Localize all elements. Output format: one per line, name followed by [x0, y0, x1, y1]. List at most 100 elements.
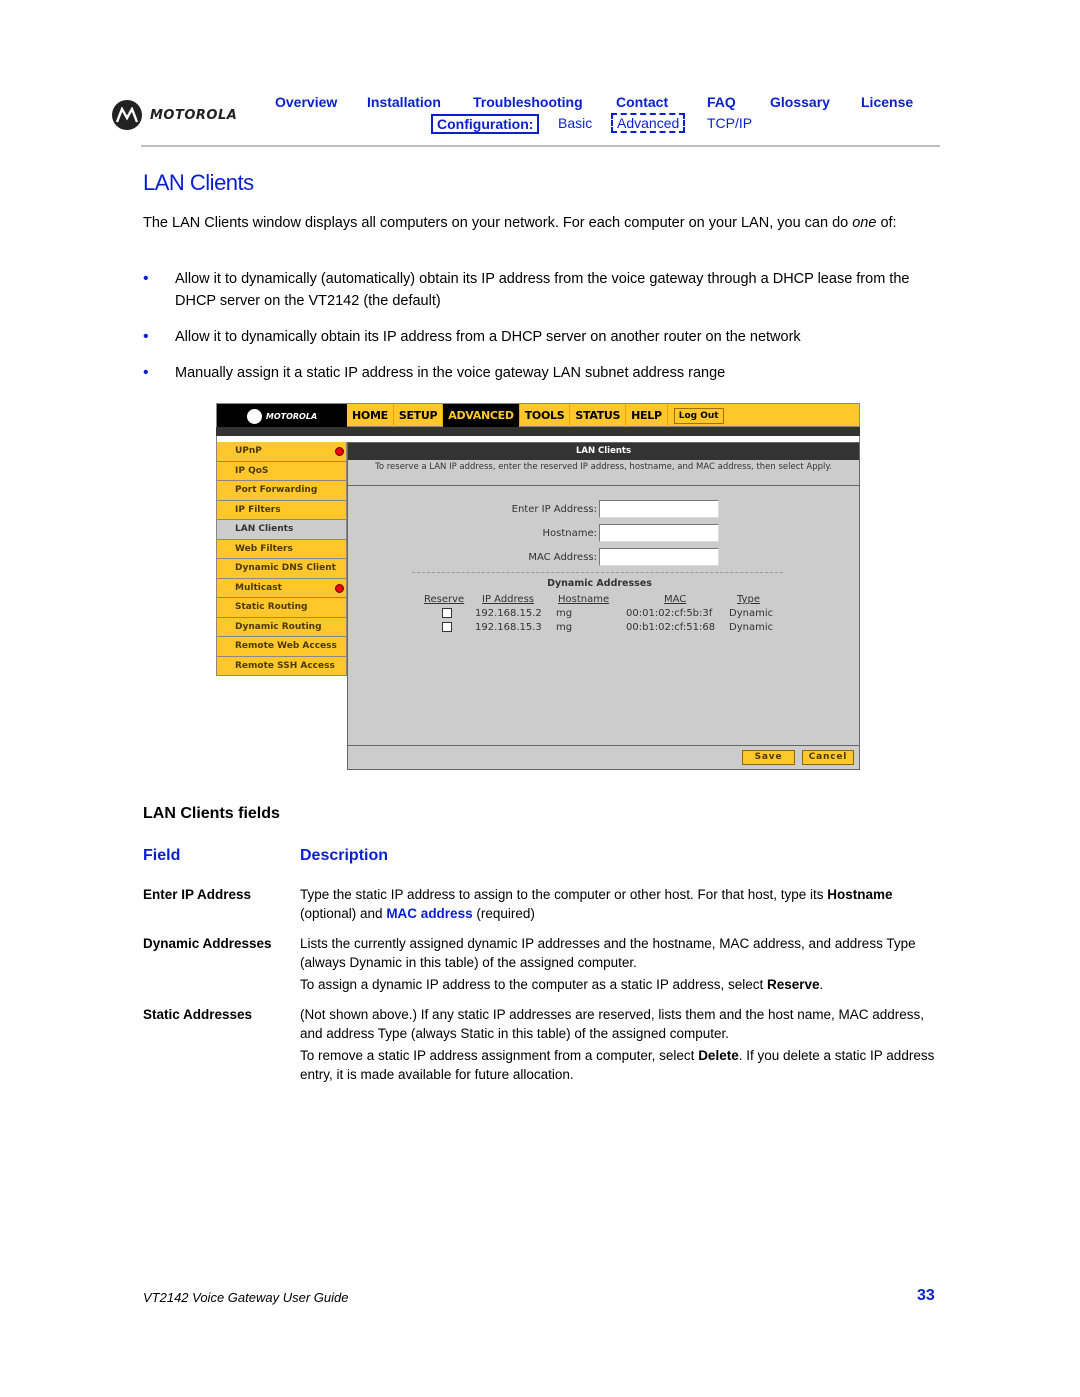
- tab-setup[interactable]: SETUP: [394, 404, 444, 428]
- sidebar-item-label: Remote Web Access: [235, 641, 337, 651]
- cancel-button[interactable]: Cancel: [802, 750, 854, 765]
- intro-text: The LAN Clients window displays all comp…: [143, 215, 853, 231]
- brand-name: MOTOROLA: [150, 107, 238, 123]
- tab-home[interactable]: HOME: [347, 404, 394, 428]
- subnav-advanced[interactable]: Advanced: [611, 113, 686, 133]
- ip-address-label: Enter IP Address:: [511, 504, 597, 515]
- guide-title: VT2142 Voice Gateway User Guide: [143, 1290, 349, 1305]
- motorola-batwing-icon: [112, 100, 142, 130]
- col-header-type[interactable]: Type: [737, 594, 760, 605]
- tab-status[interactable]: STATUS: [570, 404, 627, 428]
- nav-glossary[interactable]: Glossary: [770, 94, 830, 110]
- tab-tools[interactable]: TOOLS: [520, 404, 571, 428]
- hostname-cell: mg: [556, 608, 573, 619]
- sidebar-item-label: Dynamic DNS Client: [235, 563, 336, 573]
- page-title: LAN Clients: [143, 170, 254, 195]
- field-description: (Not shown above.) If any static IP addr…: [300, 1005, 935, 1087]
- dynamic-addresses-title: Dynamic Addresses: [547, 578, 652, 589]
- page-number: 33: [917, 1287, 935, 1304]
- nav-troubleshooting[interactable]: Troubleshooting: [473, 94, 583, 110]
- configuration-label: Configuration:: [431, 114, 540, 134]
- lan-clients-panel: LAN Clients To reserve a LAN IP address,…: [347, 442, 860, 770]
- sidebar-item-dynamic-routing[interactable]: Dynamic Routing: [216, 617, 347, 637]
- nav-installation[interactable]: Installation: [367, 94, 441, 110]
- sidebar-item-label: Port Forwarding: [235, 485, 318, 495]
- reserve-checkbox[interactable]: [442, 608, 452, 618]
- desc-text: To assign a dynamic IP address to the co…: [300, 977, 767, 992]
- field-name: Enter IP Address: [143, 887, 252, 902]
- sidebar-item-remote-ssh-access[interactable]: Remote SSH Access: [216, 656, 347, 676]
- router-stripe: [216, 427, 860, 436]
- alert-dot-icon: [335, 447, 344, 456]
- col-header-reserve[interactable]: Reserve: [424, 594, 464, 605]
- sidebar-item-upnp[interactable]: UPnP: [216, 442, 347, 462]
- nav-faq[interactable]: FAQ: [707, 94, 736, 110]
- col-header-mac[interactable]: MAC: [664, 594, 686, 605]
- header-divider: [141, 145, 940, 147]
- sidebar-item-label: Dynamic Routing: [235, 621, 322, 632]
- desc-text: (required): [472, 906, 535, 921]
- sidebar-item-port-forwarding[interactable]: Port Forwarding: [216, 481, 347, 501]
- hostname-input[interactable]: [599, 524, 719, 542]
- router-tabs: HOME SETUP ADVANCED TOOLS STATUS HELP Lo…: [347, 404, 730, 428]
- sidebar-item-label: Static Routing: [235, 602, 308, 612]
- sidebar-item-label: Web Filters: [235, 543, 293, 554]
- desc-bold: Delete: [698, 1048, 739, 1063]
- field-description: Lists the currently assigned dynamic IP …: [300, 934, 935, 997]
- mac-cell: 00:b1:02:cf:51:68: [626, 622, 716, 633]
- save-button[interactable]: Save: [742, 750, 795, 765]
- sidebar-item-ip-filters[interactable]: IP Filters: [216, 500, 347, 520]
- sidebar-item-remote-web-access[interactable]: Remote Web Access: [216, 637, 347, 657]
- type-cell: Dynamic: [729, 622, 774, 633]
- desc-bold: Reserve: [767, 977, 820, 992]
- nav-overview[interactable]: Overview: [275, 94, 337, 110]
- sidebar-item-label: LAN Clients: [235, 524, 294, 534]
- sidebar-item-lan-clients[interactable]: LAN Clients: [216, 520, 347, 540]
- motorola-logo: MOTOROLA: [112, 100, 237, 130]
- sidebar-item-label: Multicast: [235, 582, 282, 593]
- sidebar-item-label: IP Filters: [235, 504, 281, 515]
- sidebar-item-dynamic-dns[interactable]: Dynamic DNS Client: [216, 559, 347, 579]
- router-topbar: MOTOROLA HOME SETUP ADVANCED TOOLS STATU…: [216, 403, 860, 428]
- desc-text: .: [819, 977, 824, 992]
- list-item: • Allow it to dynamically obtain its IP a…: [143, 326, 933, 348]
- logout-button[interactable]: Log Out: [673, 408, 724, 424]
- mac-cell: 00:01:02:cf:5b:3f: [626, 608, 713, 619]
- alert-dot-icon: [335, 583, 344, 593]
- nav-contact[interactable]: Contact: [616, 94, 668, 110]
- motorola-batwing-icon: [246, 408, 262, 424]
- sidebar-item-ip-qos[interactable]: IP QoS: [216, 461, 347, 481]
- mac-address-input[interactable]: [599, 548, 719, 566]
- field-column-header: Field: [143, 847, 181, 864]
- sidebar-item-web-filters[interactable]: Web Filters: [216, 539, 347, 559]
- col-header-ip[interactable]: IP Address: [482, 594, 534, 605]
- field-name: Static Addresses: [143, 1007, 253, 1022]
- desc-text: (optional) and: [300, 906, 387, 921]
- tab-help[interactable]: HELP: [626, 404, 668, 428]
- sidebar-item-label: IP QoS: [235, 465, 269, 476]
- subnav-basic[interactable]: Basic: [558, 115, 592, 131]
- sidebar-item-label: Remote SSH Access: [235, 660, 335, 671]
- fields-heading: LAN Clients fields: [143, 805, 280, 822]
- bullet-icon: •: [143, 328, 149, 345]
- hostname-cell: mg: [556, 622, 573, 633]
- bullet-text: Allow it to dynamically obtain its IP ad…: [175, 329, 801, 345]
- options-list: • Allow it to dynamically (automatically)…: [143, 268, 933, 398]
- intro-emphasis: one: [852, 215, 877, 231]
- list-item: • Allow it to dynamically (automatically)…: [143, 268, 933, 312]
- reserve-checkbox[interactable]: [442, 622, 452, 632]
- tab-advanced[interactable]: ADVANCED: [443, 404, 520, 428]
- nav-license[interactable]: License: [861, 94, 913, 110]
- router-sidebar: UPnP IP QoS Port Forwarding IP Filters L…: [216, 442, 347, 676]
- sidebar-item-static-routing[interactable]: Static Routing: [216, 598, 347, 618]
- intro-tail: of:: [876, 215, 897, 231]
- ip-address-input[interactable]: [599, 500, 719, 518]
- col-header-hostname[interactable]: Hostname: [558, 594, 609, 605]
- ip-cell: 192.168.15.2: [475, 608, 542, 619]
- subnav-tcpip[interactable]: TCP/IP: [707, 115, 752, 131]
- bullet-text: Manually assign it a static IP address i…: [175, 365, 726, 381]
- desc-text: Lists the currently assigned dynamic IP …: [300, 936, 916, 970]
- field-name: Dynamic Addresses: [143, 936, 272, 951]
- mac-address-link[interactable]: MAC address: [386, 906, 472, 921]
- sidebar-item-multicast[interactable]: Multicast: [216, 578, 347, 598]
